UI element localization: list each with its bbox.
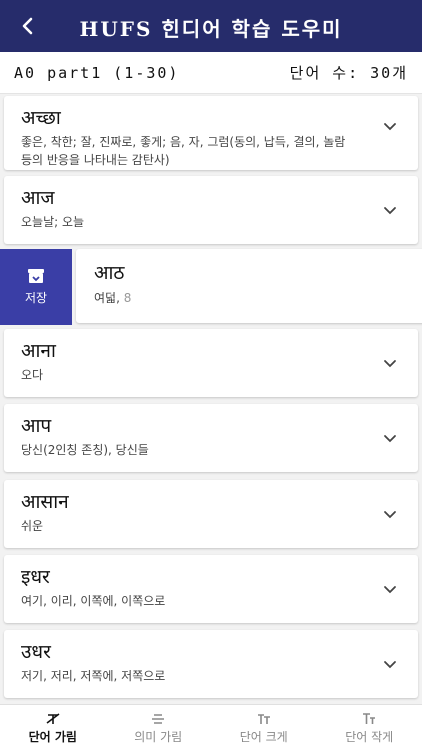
- word-meaning: 오다: [21, 368, 44, 382]
- archive-icon: [28, 269, 44, 283]
- word-text: उधर: [21, 641, 51, 663]
- chevron-down-icon[interactable]: [382, 202, 398, 218]
- bottom-nav: 단어 가림 의미 가림 단어 크게 단어 작게: [0, 704, 422, 750]
- lesson-name: A0 part1 (1-30): [14, 63, 180, 82]
- meaning-number: 8: [123, 291, 132, 305]
- word-list: अच्छा 좋은, 착한; 잘, 진짜로, 좋게; 음, 자, 그럼(동의, 납…: [0, 94, 422, 704]
- word-meaning: 오늘날; 오늘: [21, 215, 85, 229]
- word-meaning: 여덟, 8: [94, 289, 364, 307]
- tab-hide-word[interactable]: 단어 가림: [0, 705, 106, 750]
- tab-label: 단어 작게: [345, 730, 394, 744]
- word-meaning: 쉬운: [21, 519, 44, 533]
- word-card[interactable]: अच्छा 좋은, 착한; 잘, 진짜로, 좋게; 음, 자, 그럼(동의, 납…: [4, 96, 418, 170]
- tab-label: 의미 가림: [134, 730, 183, 744]
- save-button[interactable]: 저장: [0, 249, 72, 325]
- hide-meaning-icon: [152, 714, 165, 724]
- word-count: 단어 수: 30개: [289, 64, 408, 82]
- word-meaning: 저기, 저리, 저쪽에, 저쪽으로: [21, 669, 166, 683]
- word-card[interactable]: उधर 저기, 저리, 저쪽에, 저쪽으로: [4, 630, 418, 698]
- tab-hide-meaning[interactable]: 의미 가림: [106, 705, 212, 750]
- text-larger-icon: [257, 714, 270, 724]
- chevron-down-icon[interactable]: [382, 355, 398, 371]
- chevron-down-icon[interactable]: [382, 656, 398, 672]
- word-text: आना: [21, 340, 56, 362]
- hide-word-icon: [46, 713, 60, 724]
- word-card[interactable]: इधर 여기, 이리, 이쪽에, 이쪽으로: [4, 555, 418, 623]
- app-root: HUFS 힌디어 학습 도우미 A0 part1 (1-30) 단어 수: 30…: [0, 0, 422, 750]
- tab-label: 단어 가림: [28, 730, 77, 744]
- word-card[interactable]: आप 당신(2인칭 존칭), 당신들: [4, 404, 418, 472]
- word-text: आसान: [21, 491, 69, 513]
- word-meaning: 좋은, 착한; 잘, 진짜로, 좋게; 음, 자, 그럼(동의, 납득, 결의,…: [21, 135, 346, 167]
- word-text: आठ: [94, 262, 125, 284]
- word-text: अच्छा: [21, 107, 61, 129]
- chevron-down-icon[interactable]: [382, 581, 398, 597]
- word-card[interactable]: आसान 쉬운: [4, 480, 418, 548]
- word-card[interactable]: आज 오늘날; 오늘: [4, 176, 418, 244]
- chevron-down-icon[interactable]: [382, 506, 398, 522]
- meaning-text: 여덟,: [94, 291, 124, 305]
- tab-text-larger[interactable]: 단어 크게: [211, 705, 317, 750]
- tab-label: 단어 크게: [239, 730, 288, 744]
- word-text: आज: [21, 187, 55, 209]
- save-label: 저장: [24, 291, 48, 305]
- app-header: HUFS 힌디어 학습 도우미: [0, 0, 422, 52]
- word-meaning: 당신(2인칭 존칭), 당신들: [21, 443, 149, 457]
- tab-text-smaller[interactable]: 단어 작게: [317, 705, 422, 750]
- word-meaning: 여기, 이리, 이쪽에, 이쪽으로: [21, 594, 166, 608]
- word-text: इधर: [21, 566, 50, 588]
- page-title: HUFS 힌디어 학습 도우미: [79, 17, 343, 41]
- word-text: आप: [21, 415, 52, 437]
- chevron-down-icon[interactable]: [382, 430, 398, 446]
- word-card[interactable]: आना 오다: [4, 329, 418, 397]
- lesson-info-bar: A0 part1 (1-30) 단어 수: 30개: [0, 52, 422, 94]
- word-card-swiped[interactable]: आठ 여덟, 8: [76, 249, 422, 323]
- chevron-down-icon[interactable]: [382, 118, 398, 134]
- text-smaller-icon: [363, 713, 376, 724]
